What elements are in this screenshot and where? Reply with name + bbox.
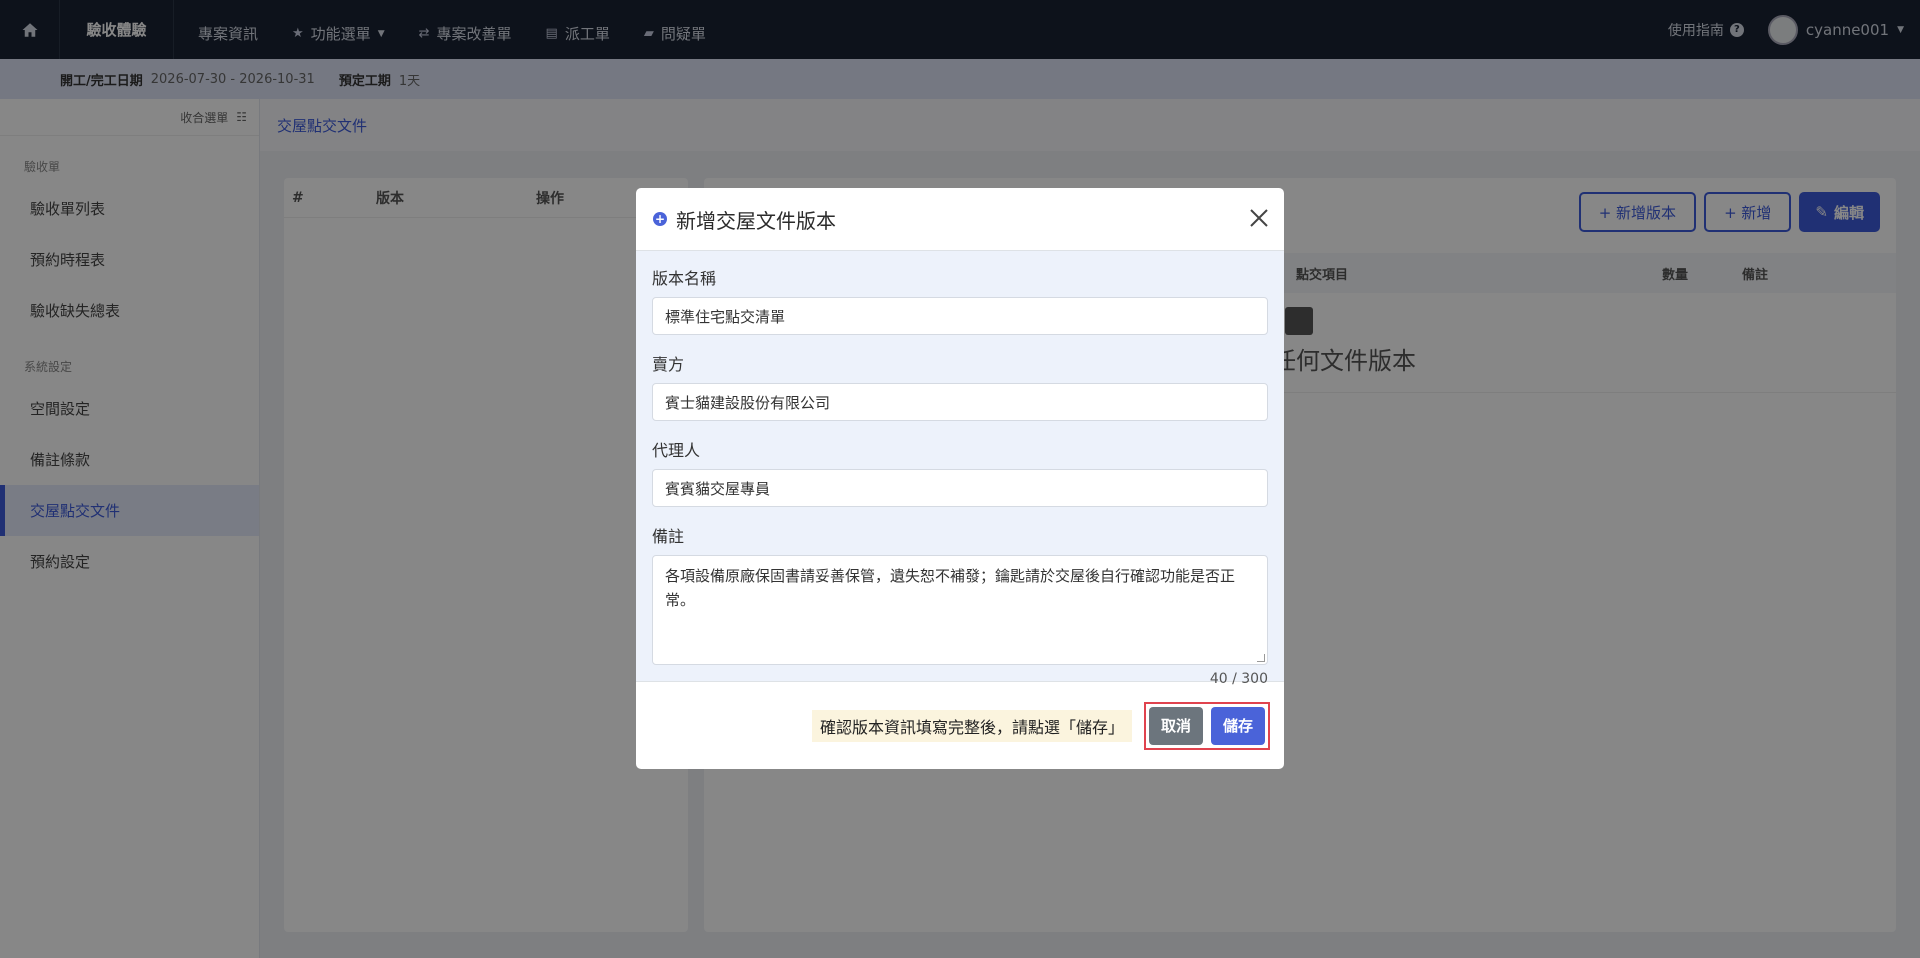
hint-tooltip: 確認版本資訊填寫完整後，請點選「儲存」 [811,709,1132,742]
agent-label: 代理人 [652,441,701,460]
seller-label: 賣方 [652,355,685,374]
modal-body: 版本名稱 標準住宅點交清單 賣方 賓士貓建設股份有限公司 代理人 賓賓貓交屋專員… [636,251,1284,687]
note-textarea[interactable]: 各項設備原廠保固書請妥善保管，遺失恕不補發；鑰匙請於交屋後自行確認功能是否正常。 [652,555,1268,665]
save-button[interactable]: 儲存 [1210,706,1265,745]
modal-title: 新增交屋文件版本 [676,208,836,233]
note-text: 各項設備原廠保固書請妥善保管，遺失恕不補發；鑰匙請於交屋後自行確認功能是否正常。 [665,567,1236,609]
close-icon[interactable] [1248,207,1270,229]
agent-input[interactable]: 賓賓貓交屋專員 [652,469,1268,507]
highlight-box: 取消 儲存 [1143,701,1270,750]
plus-circle-icon: + [653,212,667,226]
cancel-button[interactable]: 取消 [1148,706,1203,745]
resize-handle[interactable] [1257,654,1265,662]
version-name-label: 版本名稱 [652,269,717,288]
note-label: 備註 [652,527,685,546]
modal-header: + 新增交屋文件版本 [636,188,1284,251]
add-version-modal: + 新增交屋文件版本 版本名稱 標準住宅點交清單 賣方 賓士貓建設股份有限公司 … [636,188,1284,769]
modal-footer: 確認版本資訊填寫完整後，請點選「儲存」 取消 儲存 [636,681,1284,769]
seller-input[interactable]: 賓士貓建設股份有限公司 [652,383,1268,421]
version-name-input[interactable]: 標準住宅點交清單 [652,297,1268,335]
